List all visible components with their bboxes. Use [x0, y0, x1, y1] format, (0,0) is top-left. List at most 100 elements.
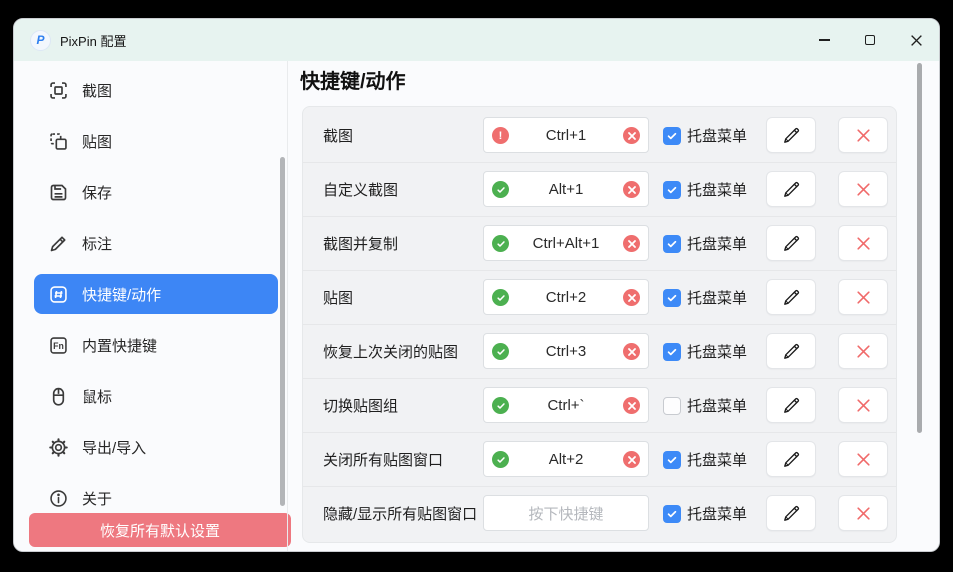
- sidebar-item-label: 关于: [82, 488, 112, 509]
- tray-menu-checkbox[interactable]: [663, 289, 681, 307]
- reset-defaults-button[interactable]: 恢复所有默认设置: [29, 513, 291, 547]
- delete-x-icon: [855, 289, 872, 306]
- sidebar-item-pin[interactable]: 贴图: [34, 121, 278, 161]
- tray-menu-label: 托盘菜单: [687, 325, 747, 378]
- tray-menu-checkbox[interactable]: [663, 343, 681, 361]
- delete-x-icon: [855, 397, 872, 414]
- close-button[interactable]: [893, 19, 939, 61]
- hotkey-action-label: 截图并复制: [323, 217, 398, 270]
- clear-hotkey-icon[interactable]: [623, 127, 640, 144]
- hotkey-action-label: 贴图: [323, 271, 353, 324]
- hotkey-row: 截图并复制 Ctrl+Alt+1 托盘菜单: [303, 217, 896, 271]
- sidebar-item-pencil[interactable]: 标注: [34, 223, 278, 263]
- sidebar-item-label: 标注: [82, 233, 112, 254]
- delete-hotkey-button[interactable]: [838, 333, 888, 369]
- sidebar-item-label: 鼠标: [82, 386, 112, 407]
- tray-menu-checkbox[interactable]: [663, 235, 681, 253]
- sidebar-scrollbar[interactable]: [280, 157, 285, 506]
- hotkey-input[interactable]: Alt+1: [483, 171, 649, 207]
- edit-hotkey-button[interactable]: [766, 387, 816, 423]
- pencil-icon: [782, 396, 801, 415]
- sidebar-item-label: 快捷键/动作: [82, 284, 161, 305]
- sidebar-item-label: 截图: [82, 80, 112, 101]
- delete-hotkey-button[interactable]: [838, 171, 888, 207]
- tray-menu-checkbox[interactable]: [663, 127, 681, 145]
- hotkey-value: 按下快捷键: [528, 503, 603, 524]
- delete-hotkey-button[interactable]: [838, 441, 888, 477]
- edit-hotkey-button[interactable]: [766, 333, 816, 369]
- maximize-button[interactable]: [847, 19, 893, 61]
- tray-menu-label: 托盘菜单: [687, 433, 747, 486]
- hotkey-row: 自定义截图 Alt+1 托盘菜单: [303, 163, 896, 217]
- hotkey-list-panel: 截图 ! Ctrl+1 托盘菜单 自定义截图 Alt+1: [302, 106, 897, 543]
- edit-hotkey-button[interactable]: [766, 279, 816, 315]
- hotkey-input[interactable]: Ctrl+Alt+1: [483, 225, 649, 261]
- delete-hotkey-button[interactable]: [838, 279, 888, 315]
- clear-hotkey-icon[interactable]: [623, 397, 640, 414]
- hotkey-status-icon: [492, 181, 509, 198]
- pencil-icon: [782, 504, 801, 523]
- clear-hotkey-icon[interactable]: [623, 451, 640, 468]
- hotkey-row: 贴图 Ctrl+2 托盘菜单: [303, 271, 896, 325]
- minimize-icon: [819, 39, 830, 40]
- pencil-icon: [782, 234, 801, 253]
- pin-icon: [47, 130, 69, 152]
- sidebar-item-label: 内置快捷键: [82, 335, 157, 356]
- hotkey-action-label: 切换贴图组: [323, 379, 398, 432]
- hotkey-row: 恢复上次关闭的贴图 Ctrl+3 托盘菜单: [303, 325, 896, 379]
- edit-hotkey-button[interactable]: [766, 225, 816, 261]
- hotkey-input[interactable]: ! Ctrl+1: [483, 117, 649, 153]
- minimize-button[interactable]: [801, 19, 847, 61]
- hotkey-value: Alt+2: [549, 451, 584, 468]
- clear-hotkey-icon[interactable]: [623, 235, 640, 252]
- main-content: 快捷键/动作 截图 ! Ctrl+1 托盘菜单 自定义截图: [287, 61, 939, 551]
- hotkey-input[interactable]: Ctrl+2: [483, 279, 649, 315]
- edit-hotkey-button[interactable]: [766, 495, 816, 531]
- clear-hotkey-icon[interactable]: [623, 181, 640, 198]
- hotkey-value: Ctrl+1: [546, 127, 586, 144]
- pencil-icon: [782, 180, 801, 199]
- tray-menu-label: 托盘菜单: [687, 163, 747, 216]
- hotkey-action-label: 自定义截图: [323, 163, 398, 216]
- delete-hotkey-button[interactable]: [838, 225, 888, 261]
- sidebar: 截图 贴图 保存 标注 快捷键/动作 Fn 内置快捷键 鼠标 导出/导入 关于 …: [14, 61, 287, 551]
- tray-menu-checkbox[interactable]: [663, 181, 681, 199]
- hotkey-status-icon: [492, 451, 509, 468]
- hotkey-input[interactable]: Ctrl+3: [483, 333, 649, 369]
- sidebar-item-save[interactable]: 保存: [34, 172, 278, 212]
- hotkey-input[interactable]: Alt+2: [483, 441, 649, 477]
- clear-hotkey-icon[interactable]: [623, 343, 640, 360]
- tray-menu-checkbox[interactable]: [663, 451, 681, 469]
- hotkey-value: Ctrl+Alt+1: [533, 235, 600, 252]
- sidebar-item-hash[interactable]: 快捷键/动作: [34, 274, 278, 314]
- hotkey-value: Ctrl+`: [547, 397, 584, 414]
- sidebar-item-mouse[interactable]: 鼠标: [34, 376, 278, 416]
- edit-hotkey-button[interactable]: [766, 171, 816, 207]
- delete-hotkey-button[interactable]: [838, 495, 888, 531]
- hotkey-row: 切换贴图组 Ctrl+` 托盘菜单: [303, 379, 896, 433]
- tray-menu-checkbox[interactable]: [663, 397, 681, 415]
- sidebar-item-label: 保存: [82, 182, 112, 203]
- sidebar-item-gear[interactable]: 导出/导入: [34, 427, 278, 467]
- clear-hotkey-icon[interactable]: [623, 289, 640, 306]
- hotkey-input[interactable]: 按下快捷键: [483, 495, 649, 531]
- fn-icon: Fn: [47, 334, 69, 356]
- hotkey-status-icon: !: [492, 127, 509, 144]
- edit-hotkey-button[interactable]: [766, 441, 816, 477]
- edit-hotkey-button[interactable]: [766, 117, 816, 153]
- tray-menu-label: 托盘菜单: [687, 379, 747, 432]
- delete-hotkey-button[interactable]: [838, 117, 888, 153]
- hotkey-value: Ctrl+2: [546, 289, 586, 306]
- content-scrollbar[interactable]: [917, 63, 922, 433]
- sidebar-item-fn[interactable]: Fn 内置快捷键: [34, 325, 278, 365]
- hotkey-input[interactable]: Ctrl+`: [483, 387, 649, 423]
- sidebar-item-info[interactable]: 关于: [34, 478, 278, 518]
- sidebar-item-label: 贴图: [82, 131, 112, 152]
- hotkey-row: 关闭所有贴图窗口 Alt+2 托盘菜单: [303, 433, 896, 487]
- pixpin-logo-icon: P: [30, 30, 51, 51]
- delete-hotkey-button[interactable]: [838, 387, 888, 423]
- tray-menu-label: 托盘菜单: [687, 487, 747, 540]
- tray-menu-checkbox[interactable]: [663, 505, 681, 523]
- sidebar-item-crop[interactable]: 截图: [34, 70, 278, 110]
- crop-icon: [47, 79, 69, 101]
